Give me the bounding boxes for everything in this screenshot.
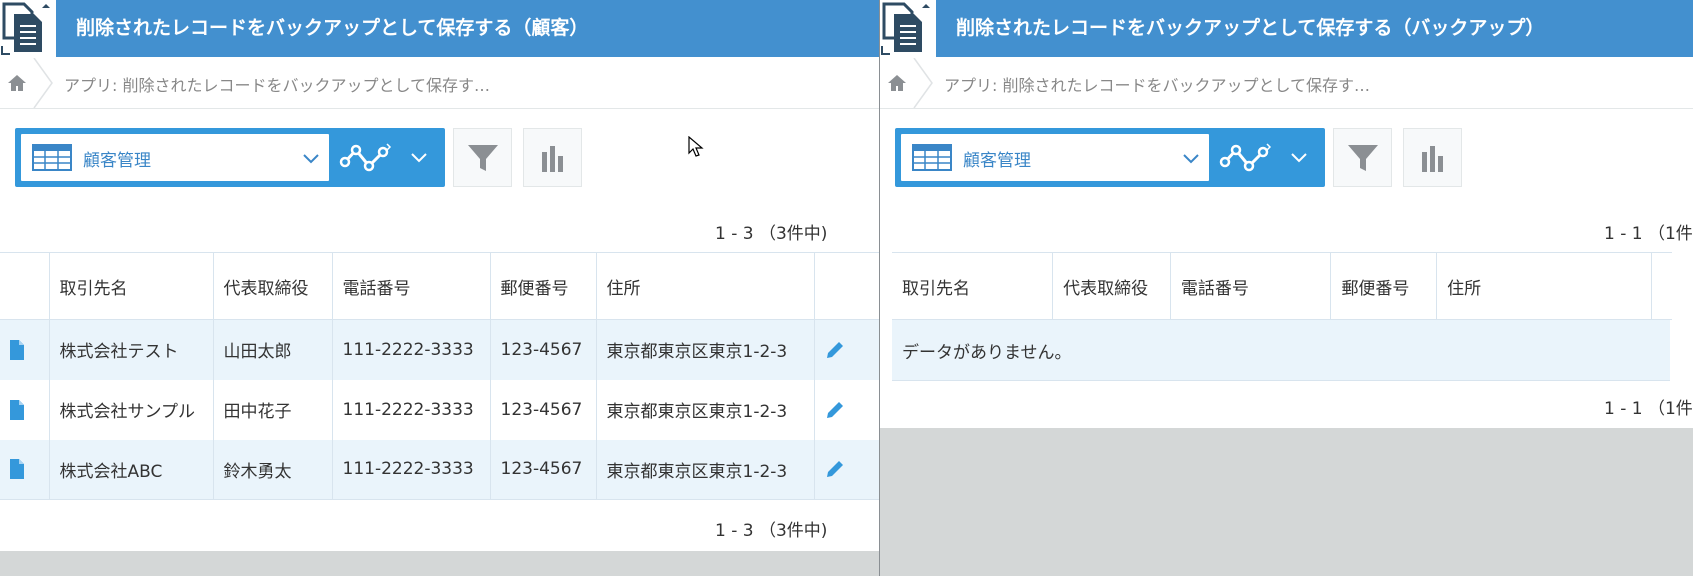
column-header-phone[interactable]: 電話番号	[1170, 252, 1332, 320]
cell-phone: 111-2222-3333	[332, 379, 491, 440]
cell-phone: 111-2222-3333	[332, 319, 491, 380]
cell-company: 株式会社テスト	[49, 319, 214, 380]
graph-icon[interactable]	[339, 140, 395, 174]
document-icon[interactable]	[9, 459, 25, 480]
record-detail-cell[interactable]	[0, 379, 50, 440]
bar-chart-icon	[1422, 146, 1443, 172]
pager-bottom: 1 - 1 （1件	[1604, 399, 1693, 419]
column-header-phone[interactable]: 電話番号	[332, 252, 491, 320]
cell-zip: 123-4567	[490, 319, 597, 380]
table-row: 株式会社ABC 鈴木勇太 111-2222-3333 123-4567 東京都東…	[0, 439, 879, 500]
view-name: 顧客管理	[963, 151, 1031, 171]
view-selector: 顧客管理	[15, 128, 445, 187]
table-header-row: 取引先名 代表取締役 電話番号 郵便番号 住所	[892, 252, 1672, 320]
actions-column-header	[814, 252, 879, 320]
graph-chevron-down-icon[interactable]	[1289, 148, 1309, 168]
app-title: 削除されたレコードをバックアップとして保存する（バックアップ）	[956, 17, 1545, 39]
actions-column-header	[1651, 252, 1672, 320]
breadcrumb: アプリ: 削除されたレコードをバックアップとして保存す…	[880, 58, 1693, 109]
cell-ceo: 鈴木勇太	[213, 439, 333, 500]
home-icon[interactable]	[886, 72, 908, 94]
view-dropdown[interactable]: 顧客管理	[21, 134, 329, 181]
cell-actions	[814, 319, 879, 380]
cell-ceo: 田中花子	[213, 379, 333, 440]
column-header-ceo[interactable]: 代表取締役	[1052, 252, 1171, 320]
record-list-table: 取引先名 代表取締役 電話番号 郵便番号 住所	[892, 252, 1672, 320]
column-header-company[interactable]: 取引先名	[892, 252, 1054, 320]
bar-chart-icon	[542, 146, 563, 172]
graph-icon[interactable]	[1219, 140, 1275, 174]
right-app-header: 削除されたレコードをバックアップとして保存する（バックアップ）	[880, 0, 1693, 58]
cell-address: 東京都東京区東京1-2-3	[596, 319, 815, 380]
pager-top: 1 - 1 （1件	[1604, 224, 1693, 244]
cell-actions	[814, 379, 879, 440]
breadcrumb-app-link[interactable]: アプリ: 削除されたレコードをバックアップとして保存す…	[64, 72, 490, 96]
empty-message: データがありません。	[902, 343, 1072, 363]
empty-row: データがありません。	[892, 320, 1670, 381]
filter-icon	[1348, 145, 1378, 171]
filter-button[interactable]	[1333, 128, 1392, 187]
cell-phone: 111-2222-3333	[332, 439, 491, 500]
view-selector: 顧客管理	[895, 128, 1325, 187]
icon-column-header	[0, 252, 50, 320]
pencil-icon[interactable]	[825, 400, 845, 420]
table-view-icon	[32, 144, 72, 171]
left-app-window: 削除されたレコードをバックアップとして保存する（顧客） アプリ: 削除されたレコ…	[0, 0, 879, 576]
pager-bottom: 1 - 3 （3件中)	[715, 521, 828, 541]
breadcrumb-app-link[interactable]: アプリ: 削除されたレコードをバックアップとして保存す…	[944, 72, 1370, 96]
table-header-row: 取引先名 代表取締役 電話番号 郵便番号 住所	[0, 252, 879, 320]
header-bar: 削除されたレコードをバックアップとして保存する（バックアップ）	[936, 0, 1693, 57]
chevron-down-icon	[1183, 154, 1199, 164]
toolbar: 顧客管理	[880, 128, 1693, 187]
header-bar: 削除されたレコードをバックアップとして保存する（顧客）	[56, 0, 879, 57]
column-header-address[interactable]: 住所	[596, 252, 815, 320]
column-header-zip[interactable]: 郵便番号	[1330, 252, 1438, 320]
cell-actions	[814, 439, 879, 500]
app-icon[interactable]	[880, 0, 936, 58]
breadcrumb-separator-icon	[33, 58, 53, 108]
toolbar: 顧客管理	[0, 128, 879, 187]
table-view-icon	[912, 144, 952, 171]
pager-top: 1 - 3 （3件中)	[715, 224, 828, 244]
filter-icon	[468, 145, 498, 171]
pencil-icon[interactable]	[825, 340, 845, 360]
cell-address: 東京都東京区東京1-2-3	[596, 439, 815, 500]
left-app-header: 削除されたレコードをバックアップとして保存する（顧客）	[0, 0, 879, 58]
cell-zip: 123-4567	[490, 379, 597, 440]
graph-chevron-down-icon[interactable]	[409, 148, 429, 168]
column-header-ceo[interactable]: 代表取締役	[213, 252, 333, 320]
record-detail-cell[interactable]	[0, 319, 50, 380]
graph-button[interactable]	[1403, 128, 1462, 187]
table-row: 株式会社テスト 山田太郎 111-2222-3333 123-4567 東京都東…	[0, 319, 879, 380]
mouse-cursor-icon	[688, 136, 704, 157]
cell-ceo: 山田太郎	[213, 319, 333, 380]
record-detail-cell[interactable]	[0, 439, 50, 500]
cell-company: 株式会社ABC	[49, 439, 214, 500]
record-list-table: 取引先名 代表取締役 電話番号 郵便番号 住所 株式会社テスト 山田太郎 111…	[0, 252, 879, 500]
column-header-address[interactable]: 住所	[1436, 252, 1652, 320]
graph-button[interactable]	[523, 128, 582, 187]
app-title: 削除されたレコードをバックアップとして保存する（顧客）	[76, 17, 589, 39]
view-dropdown[interactable]: 顧客管理	[901, 134, 1209, 181]
app-icon[interactable]	[0, 0, 56, 58]
pencil-icon[interactable]	[825, 459, 845, 479]
view-name: 顧客管理	[83, 151, 151, 171]
filter-button[interactable]	[453, 128, 512, 187]
table-row: 株式会社サンプル 田中花子 111-2222-3333 123-4567 東京都…	[0, 379, 879, 440]
document-icon[interactable]	[9, 339, 25, 360]
column-header-company[interactable]: 取引先名	[49, 252, 214, 320]
breadcrumb: アプリ: 削除されたレコードをバックアップとして保存す…	[0, 58, 879, 109]
cell-zip: 123-4567	[490, 439, 597, 500]
breadcrumb-separator-icon	[913, 58, 933, 108]
home-icon[interactable]	[6, 72, 28, 94]
document-icon[interactable]	[9, 399, 25, 420]
cell-company: 株式会社サンプル	[49, 379, 214, 440]
chevron-down-icon	[303, 154, 319, 164]
cell-address: 東京都東京区東京1-2-3	[596, 379, 815, 440]
column-header-zip[interactable]: 郵便番号	[490, 252, 597, 320]
right-app-window: 削除されたレコードをバックアップとして保存する（バックアップ） アプリ: 削除さ…	[880, 0, 1693, 576]
